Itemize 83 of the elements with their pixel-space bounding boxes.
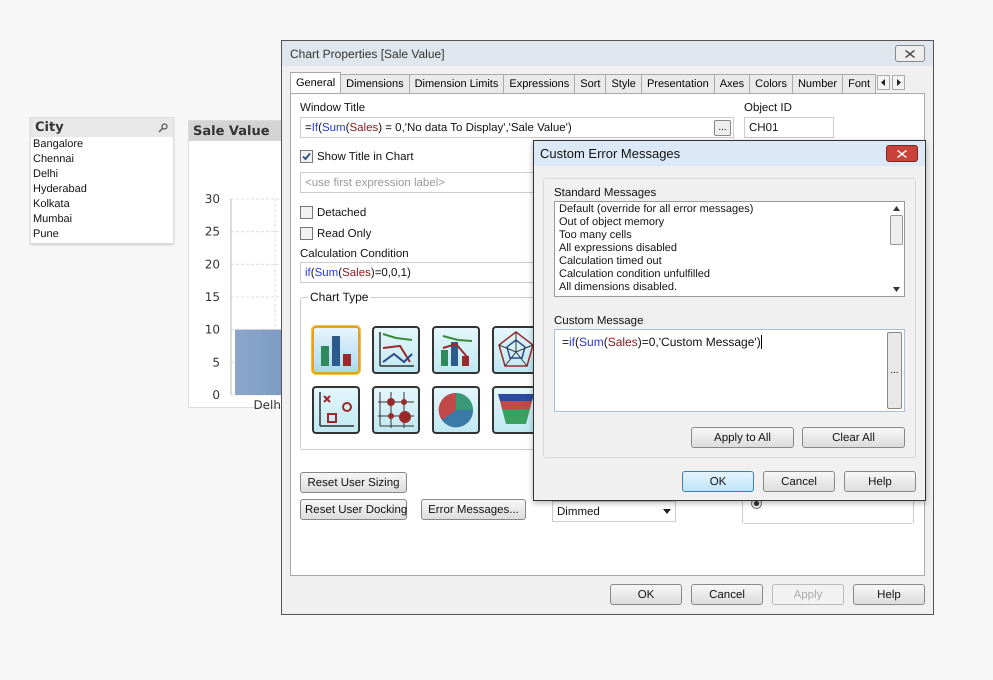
field-label: Custom Message: [554, 315, 644, 327]
tab[interactable]: Number: [792, 74, 844, 93]
field-label: Standard Messages: [554, 187, 656, 199]
line-chart-button[interactable]: [372, 326, 420, 374]
chart-title: Sale Value: [193, 124, 270, 138]
expression-button[interactable]: ...: [887, 332, 902, 409]
close-icon: [897, 150, 907, 158]
city-item[interactable]: Mumbai: [31, 212, 173, 227]
city-item[interactable]: Chennai: [31, 152, 173, 167]
message-item[interactable]: Out of object memory: [559, 216, 885, 229]
reset-user-sizing-button[interactable]: Reset User Sizing: [300, 472, 407, 493]
scroll-right-button[interactable]: [892, 75, 906, 90]
window-title: Chart Properties [Sale Value]: [290, 46, 445, 60]
group-label: Chart Type: [308, 290, 370, 304]
close-button[interactable]: [886, 145, 918, 162]
show-title-checkbox[interactable]: Show Title in Chart: [300, 146, 414, 167]
message-item[interactable]: All dimensions disabled.: [559, 281, 885, 294]
scroll-down-icon: [893, 287, 900, 292]
pie-chart-button[interactable]: [432, 386, 480, 434]
window-title-field[interactable]: =If(Sum(Sales) = 0,'No data To Display','Sale Value') ...: [300, 117, 734, 138]
read-only-checkbox[interactable]: Read Only: [300, 223, 372, 244]
listbox-title: City: [35, 120, 64, 135]
scroll-up-icon: [893, 206, 900, 211]
reset-user-docking-button[interactable]: Reset User Docking: [300, 499, 407, 520]
bar-chart-button[interactable]: [312, 326, 360, 374]
close-icon: [905, 50, 915, 58]
y-tick-label: 15: [204, 290, 220, 304]
tab[interactable]: Colors: [749, 74, 793, 93]
message-item[interactable]: Calculation condition unfulfilled: [559, 268, 885, 281]
expression-button[interactable]: ...: [714, 120, 731, 136]
scatter-chart-button[interactable]: [312, 386, 360, 434]
field-label: Object ID: [744, 102, 792, 114]
y-tick-label: 10: [204, 322, 220, 337]
message-item[interactable]: All expressions disabled: [559, 242, 885, 255]
message-item[interactable]: Too many cells: [559, 229, 885, 242]
clear-all-button[interactable]: Clear All: [802, 427, 905, 448]
tab[interactable]: Style: [605, 74, 642, 93]
combo-chart-button[interactable]: [432, 326, 480, 374]
city-item[interactable]: Kolkata: [31, 197, 173, 212]
city-item[interactable]: Pune: [31, 227, 173, 242]
grid-chart-button[interactable]: [372, 386, 420, 434]
dialog-title: Custom Error Messages: [540, 146, 680, 161]
tab[interactable]: Axes: [714, 74, 750, 93]
apply-to-all-button[interactable]: Apply to All: [691, 427, 794, 448]
dropdown-arrow-icon: [663, 509, 671, 514]
scroll-left-button[interactable]: [877, 75, 890, 90]
search-icon[interactable]: [158, 122, 168, 132]
y-tick-label: 0: [212, 388, 220, 402]
right-arrow-icon: [896, 79, 902, 86]
dialog-button[interactable]: OK: [610, 584, 682, 605]
detached-checkbox[interactable]: Detached: [300, 202, 366, 223]
scroll-thumb[interactable]: [890, 215, 903, 245]
dialog-button[interactable]: Help: [853, 584, 925, 605]
message-item[interactable]: Default (override for all error messages): [559, 203, 885, 216]
field-label: Window Title: [300, 102, 366, 114]
x-tick-label: Delh: [253, 398, 281, 412]
tab[interactable]: Sort: [574, 74, 606, 93]
message-item[interactable]: Calculation timed out: [559, 255, 885, 268]
field-label: Calculation Condition: [300, 248, 409, 260]
dialog-button[interactable]: Cancel: [763, 471, 835, 492]
tab[interactable]: Font: [842, 74, 876, 93]
y-tick-label: 20: [204, 257, 220, 272]
close-button[interactable]: [895, 45, 925, 62]
city-item[interactable]: Hyderabad: [31, 182, 173, 197]
city-item[interactable]: Delhi: [31, 167, 173, 182]
dialog-button[interactable]: Cancel: [691, 584, 763, 605]
y-tick-label: 30: [204, 192, 220, 206]
dropdown[interactable]: Dimmed: [552, 501, 676, 522]
object-id-field[interactable]: CH01: [744, 117, 834, 138]
tab[interactable]: Dimension Limits: [408, 74, 504, 93]
city-item[interactable]: Bangalore: [31, 137, 173, 152]
custom-message-field[interactable]: =if(Sum(Sales)=0,'Custom Message') ...: [554, 329, 905, 412]
check-icon: [302, 152, 311, 161]
dialog-button[interactable]: Help: [844, 471, 916, 492]
tab[interactable]: Dimensions: [340, 74, 410, 93]
error-messages-button[interactable]: Error Messages...: [421, 499, 526, 520]
tab[interactable]: Expressions: [503, 74, 576, 93]
tab[interactable]: Presentation: [640, 74, 715, 93]
left-arrow-icon: [881, 79, 886, 86]
y-tick-label: 5: [212, 355, 220, 370]
tab[interactable]: General: [290, 72, 342, 93]
y-tick-label: 25: [204, 224, 220, 239]
dialog-button[interactable]: OK: [682, 471, 754, 492]
